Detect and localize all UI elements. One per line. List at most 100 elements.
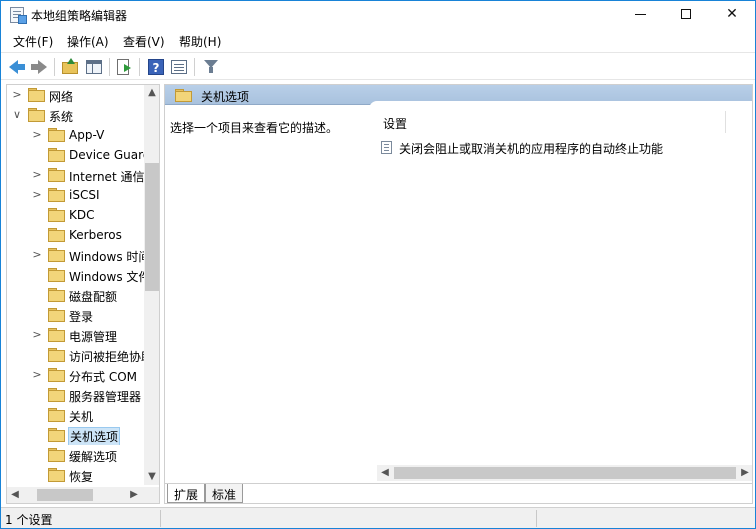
tree-item[interactable]: > 电源管理 xyxy=(7,325,144,345)
toolbar-separator xyxy=(54,58,55,76)
tree-item-label: KDC xyxy=(69,208,95,222)
folder-icon xyxy=(48,348,65,362)
tree-item-label: Kerberos xyxy=(69,228,122,242)
tree-item-label: 电源管理 xyxy=(69,330,118,344)
folder-icon xyxy=(28,108,45,122)
tree-item-label: Device Guard xyxy=(69,148,144,162)
column-header-setting[interactable]: 设置 xyxy=(383,115,407,132)
expand-chevron-icon[interactable]: > xyxy=(32,369,42,381)
gpedit-app-icon xyxy=(10,7,27,24)
folder-icon xyxy=(48,168,65,182)
tree-scroll-thumb[interactable] xyxy=(145,163,159,291)
tree-item[interactable]: 访问被拒绝协助 xyxy=(7,345,144,365)
tab-standard[interactable]: 标准 xyxy=(205,484,244,503)
scroll-right-icon[interactable]: ▶ xyxy=(737,465,752,481)
column-separator[interactable] xyxy=(725,111,726,133)
window-title: 本地组策略编辑器 xyxy=(31,9,128,23)
maximize-button[interactable] xyxy=(663,1,709,29)
filter-button[interactable] xyxy=(202,58,220,76)
toolbar: ? xyxy=(1,52,755,80)
toolbar-separator xyxy=(109,58,110,76)
tree-item[interactable]: 缓解选项 xyxy=(7,445,144,465)
scroll-up-icon[interactable]: ▲ xyxy=(144,85,159,101)
toolbar-separator xyxy=(194,58,195,76)
tree-item-label: iSCSI xyxy=(69,188,100,202)
maximize-icon xyxy=(681,9,691,19)
tree-item[interactable]: KDC xyxy=(7,205,144,225)
description-text: 选择一个项目来查看它的描述。 xyxy=(170,121,339,135)
menu-file[interactable]: 文件(F) xyxy=(13,33,53,50)
export-list-button[interactable] xyxy=(115,58,133,76)
tree-item-label: 登录 xyxy=(69,310,94,324)
status-separator xyxy=(160,510,161,527)
back-button[interactable] xyxy=(8,58,26,76)
tree-item[interactable]: 登录 xyxy=(7,305,144,325)
expand-chevron-icon[interactable]: > xyxy=(32,329,42,341)
tree-item[interactable]: > Windows 时间服务 xyxy=(7,245,144,265)
scroll-right-icon[interactable]: ▶ xyxy=(126,487,142,503)
gpedit-window: 本地组策略编辑器 ✕ 文件(F) 操作(A) 查看(V) 帮助(H) ? > 网… xyxy=(0,0,756,529)
tree-hscroll-thumb[interactable] xyxy=(37,489,93,501)
toolbar-separator xyxy=(139,58,140,76)
status-separator xyxy=(536,510,537,527)
tab-extended[interactable]: 扩展 xyxy=(167,484,206,503)
tree-item-label: Windows 文件保护 xyxy=(69,270,144,284)
scroll-left-icon[interactable]: ◀ xyxy=(7,487,23,503)
minimize-button[interactable] xyxy=(617,1,663,29)
tree-horizontal-scrollbar[interactable]: ◀ ▶ xyxy=(7,487,159,503)
tree-item-label: 关机选项 xyxy=(67,427,121,445)
settings-horizontal-scrollbar[interactable]: ◀ ▶ xyxy=(377,465,752,481)
show-hide-tree-icon xyxy=(86,60,102,74)
tree-item[interactable]: 关机选项 xyxy=(7,425,144,445)
forward-button[interactable] xyxy=(30,58,48,76)
tree-item[interactable]: ∨ 系统 xyxy=(7,105,144,125)
tree-item[interactable]: > 网络 xyxy=(7,85,144,105)
view-tabs: 扩展 标准 xyxy=(165,483,752,503)
menu-view[interactable]: 查看(V) xyxy=(123,33,165,50)
tree-item[interactable]: > iSCSI xyxy=(7,185,144,205)
folder-icon xyxy=(28,88,45,102)
folder-icon xyxy=(48,128,65,142)
folder-icon xyxy=(48,248,65,262)
show-hide-tree-button[interactable] xyxy=(85,58,103,76)
scroll-down-icon[interactable]: ▼ xyxy=(144,469,159,485)
folder-icon xyxy=(48,188,65,202)
tree-item-label: 访问被拒绝协助 xyxy=(69,350,144,364)
policy-setting-icon xyxy=(381,141,392,154)
expand-chevron-icon[interactable]: > xyxy=(12,89,22,101)
folder-icon xyxy=(48,308,65,322)
expand-chevron-icon[interactable]: > xyxy=(32,129,42,141)
expand-chevron-icon[interactable]: > xyxy=(32,169,42,181)
menu-bar: 文件(F) 操作(A) 查看(V) 帮助(H) xyxy=(1,29,755,51)
tree-item[interactable]: Device Guard xyxy=(7,145,144,165)
up-one-level-button[interactable] xyxy=(61,58,79,76)
properties-button[interactable] xyxy=(170,58,188,76)
tree-item[interactable]: > Internet 通信管理 xyxy=(7,165,144,185)
tree-item[interactable]: 关机 xyxy=(7,405,144,425)
folder-icon xyxy=(48,208,65,222)
expand-chevron-icon[interactable]: > xyxy=(32,189,42,201)
scroll-left-icon[interactable]: ◀ xyxy=(377,465,393,481)
properties-icon xyxy=(171,60,187,74)
close-button[interactable]: ✕ xyxy=(709,1,755,29)
folder-icon xyxy=(175,89,192,102)
tree-item[interactable]: > App-V xyxy=(7,125,144,145)
settings-list: 设置 关闭会阻止或取消关机的应用程序的自动终止功能 xyxy=(369,101,752,483)
menu-action[interactable]: 操作(A) xyxy=(67,33,109,50)
tree-item[interactable]: Windows 文件保护 xyxy=(7,265,144,285)
expand-chevron-icon[interactable]: > xyxy=(32,249,42,261)
tree-item[interactable]: Kerberos xyxy=(7,225,144,245)
tree-item[interactable]: 磁盘配额 xyxy=(7,285,144,305)
help-button[interactable]: ? xyxy=(147,58,165,76)
tree-vertical-scrollbar[interactable]: ▲ ▼ xyxy=(144,85,159,485)
tree-item-label: 关机 xyxy=(69,410,94,424)
tree-item-label: 服务器管理器 xyxy=(69,390,142,404)
folder-icon xyxy=(48,428,65,442)
settings-hscroll-thumb[interactable] xyxy=(394,467,736,479)
menu-help[interactable]: 帮助(H) xyxy=(179,33,221,50)
tree-item[interactable]: 恢复 xyxy=(7,465,144,485)
tree-item[interactable]: > 分布式 COM xyxy=(7,365,144,385)
tree-item[interactable]: 服务器管理器 xyxy=(7,385,144,405)
collapse-chevron-icon[interactable]: ∨ xyxy=(12,109,22,121)
folder-icon xyxy=(48,268,65,282)
